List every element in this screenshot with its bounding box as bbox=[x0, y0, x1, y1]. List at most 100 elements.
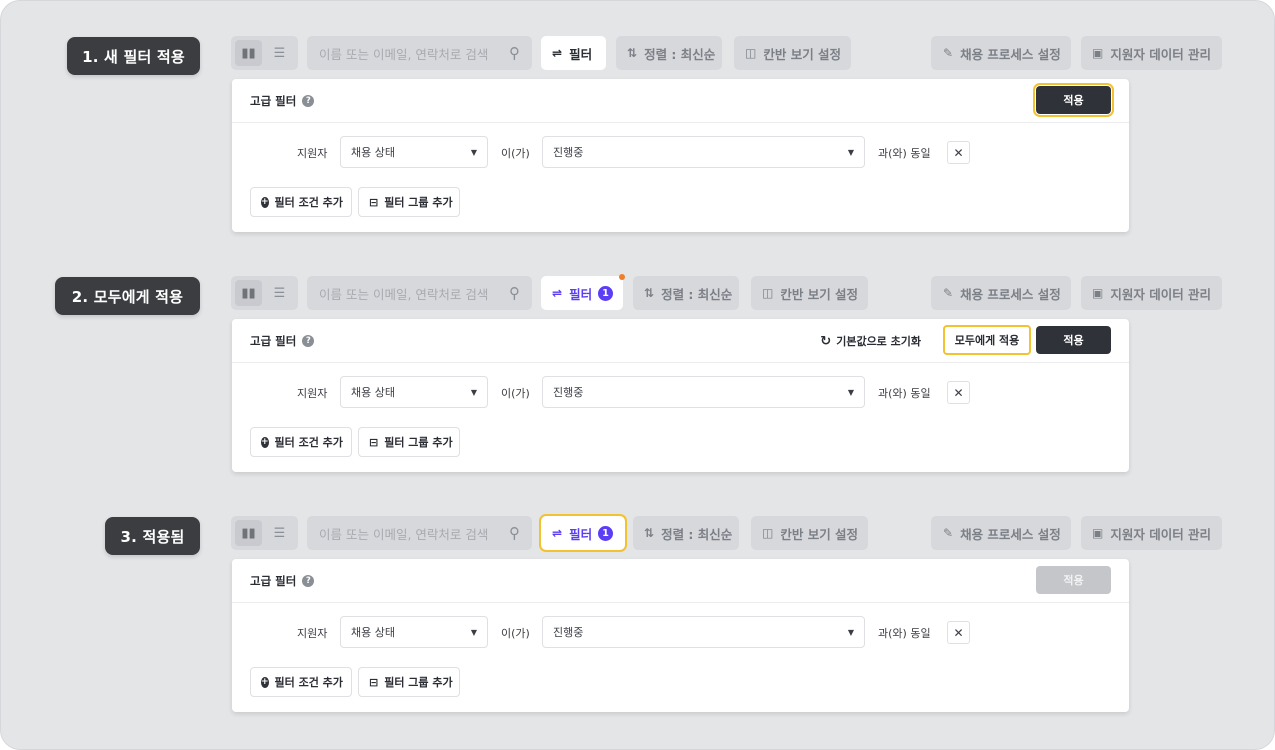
help-icon[interactable]: ? bbox=[302, 94, 315, 107]
panel-header: 고급 필터 ? ↻ 기본값으로 초기화 모두에게 적용 적용 bbox=[232, 319, 1129, 363]
field-select[interactable]: 채용 상태 ▼ bbox=[340, 616, 488, 648]
condition-connector: 이(가) bbox=[501, 147, 530, 160]
filter-label: 필터 bbox=[569, 286, 593, 302]
applicant-data-button[interactable]: ▣ 지원자 데이터 관리 bbox=[1081, 276, 1222, 310]
apply-to-all-button[interactable]: 모두에게 적용 bbox=[943, 325, 1031, 355]
group-icon: ⊟ bbox=[369, 675, 379, 689]
toolbar-step-3: ▮▮ ☰ 이름 또는 이메일, 연락처로 검색 ⚲ ⇌ 필터 1 ⇅ 정렬 : … bbox=[231, 514, 1222, 552]
search-icon: ⚲ bbox=[509, 44, 520, 62]
upload-box-icon: ▣ bbox=[1092, 46, 1104, 60]
add-condition-label: 필터 조건 추가 bbox=[274, 196, 343, 209]
field-select[interactable]: 채용 상태 ▼ bbox=[340, 136, 488, 168]
add-group-label: 필터 그룹 추가 bbox=[384, 676, 453, 689]
list-view-icon[interactable]: ☰ bbox=[266, 520, 293, 546]
value-select[interactable]: 진행중 ▼ bbox=[542, 376, 865, 408]
sort-button[interactable]: ⇅ 정렬 : 최신순 bbox=[633, 276, 739, 310]
add-group-button[interactable]: ⊟ 필터 그룹 추가 bbox=[358, 667, 460, 697]
filter-button[interactable]: ⇌ 필터 1 bbox=[541, 274, 625, 310]
kanban-settings-button[interactable]: ◫ 칸반 보기 설정 bbox=[751, 516, 868, 550]
sort-button[interactable]: ⇅ 정렬 : 최신순 bbox=[633, 516, 739, 550]
pencil-icon: ✎ bbox=[943, 46, 954, 60]
add-group-button[interactable]: ⊟ 필터 그룹 추가 bbox=[358, 187, 460, 217]
add-condition-button[interactable]: + 필터 조건 추가 bbox=[250, 187, 352, 217]
value-select[interactable]: 진행중 ▼ bbox=[542, 616, 865, 648]
advanced-filter-panel-2: 고급 필터 ? ↻ 기본값으로 초기화 모두에게 적용 적용 지원자 채용 상태… bbox=[232, 319, 1129, 472]
search-input[interactable]: 이름 또는 이메일, 연락처로 검색 ⚲ bbox=[307, 36, 532, 70]
apply-button-disabled[interactable]: 적용 bbox=[1036, 566, 1111, 594]
panel-title: 고급 필터 bbox=[250, 333, 297, 348]
value-text: 진행중 bbox=[553, 146, 584, 159]
group-icon: ⊟ bbox=[369, 435, 379, 449]
list-view-icon[interactable]: ☰ bbox=[266, 40, 293, 66]
kanban-settings-button[interactable]: ◫ 칸반 보기 설정 bbox=[751, 276, 868, 310]
filter-label: 필터 bbox=[569, 526, 593, 542]
view-toggle: ▮▮ ☰ bbox=[231, 516, 298, 550]
condition-operator: 과(와) 동일 bbox=[878, 387, 931, 400]
kanban-label: 칸반 보기 설정 bbox=[780, 286, 859, 302]
plus-circle-icon: + bbox=[261, 436, 269, 448]
kanban-icon: ◫ bbox=[762, 286, 774, 300]
step-1-label: 1. 새 필터 적용 bbox=[67, 37, 200, 75]
remove-condition-button[interactable]: ✕ bbox=[947, 621, 970, 644]
board-view-icon[interactable]: ▮▮ bbox=[235, 280, 262, 306]
list-view-icon[interactable]: ☰ bbox=[266, 280, 293, 306]
panel-header: 고급 필터 ? 적용 bbox=[232, 79, 1129, 123]
kanban-icon: ◫ bbox=[762, 526, 774, 540]
plus-circle-icon: + bbox=[261, 196, 269, 208]
add-condition-button[interactable]: + 필터 조건 추가 bbox=[250, 667, 352, 697]
group-icon: ⊟ bbox=[369, 195, 379, 209]
add-group-button[interactable]: ⊟ 필터 그룹 추가 bbox=[358, 427, 460, 457]
unsaved-dot bbox=[619, 274, 625, 280]
add-group-label: 필터 그룹 추가 bbox=[384, 436, 453, 449]
upload-box-icon: ▣ bbox=[1092, 526, 1104, 540]
upload-box-icon: ▣ bbox=[1092, 286, 1104, 300]
field-value: 채용 상태 bbox=[351, 146, 395, 159]
step-3-label: 3. 적용됨 bbox=[105, 517, 200, 555]
remove-condition-button[interactable]: ✕ bbox=[947, 141, 970, 164]
pencil-icon: ✎ bbox=[943, 526, 954, 540]
condition-subject: 지원자 bbox=[297, 627, 328, 640]
kanban-settings-button[interactable]: ◫ 칸반 보기 설정 bbox=[734, 36, 851, 70]
panel-header: 고급 필터 ? 적용 bbox=[232, 559, 1129, 603]
search-input[interactable]: 이름 또는 이메일, 연락처로 검색 ⚲ bbox=[307, 276, 532, 310]
chevron-down-icon: ▼ bbox=[847, 627, 854, 637]
search-placeholder: 이름 또는 이메일, 연락처로 검색 bbox=[319, 46, 489, 62]
reset-to-default-button[interactable]: ↻ 기본값으로 초기화 bbox=[820, 319, 921, 363]
sort-arrows-icon: ⇅ bbox=[644, 526, 655, 540]
value-select[interactable]: 진행중 ▼ bbox=[542, 136, 865, 168]
search-icon: ⚲ bbox=[509, 524, 520, 542]
applicant-data-button[interactable]: ▣ 지원자 데이터 관리 bbox=[1081, 516, 1222, 550]
filter-button[interactable]: ⇌ 필터 bbox=[541, 36, 606, 70]
search-placeholder: 이름 또는 이메일, 연락처로 검색 bbox=[319, 526, 489, 542]
kanban-label: 칸반 보기 설정 bbox=[763, 46, 842, 62]
field-select[interactable]: 채용 상태 ▼ bbox=[340, 376, 488, 408]
help-icon[interactable]: ? bbox=[302, 574, 315, 587]
filter-sliders-icon: ⇌ bbox=[552, 526, 563, 540]
field-value: 채용 상태 bbox=[351, 626, 395, 639]
plus-circle-icon: + bbox=[261, 676, 269, 688]
board-view-icon[interactable]: ▮▮ bbox=[235, 40, 262, 66]
hiring-process-button[interactable]: ✎ 채용 프로세스 설정 bbox=[931, 36, 1071, 70]
filter-condition-row: 지원자 채용 상태 ▼ 이(가) 진행중 ▼ 과(와) 동일 ✕ bbox=[232, 136, 1129, 168]
condition-connector: 이(가) bbox=[501, 387, 530, 400]
filter-button[interactable]: ⇌ 필터 1 bbox=[539, 514, 627, 552]
data-label: 지원자 데이터 관리 bbox=[1110, 526, 1212, 542]
board-view-icon[interactable]: ▮▮ bbox=[235, 520, 262, 546]
add-condition-button[interactable]: + 필터 조건 추가 bbox=[250, 427, 352, 457]
hiring-process-button[interactable]: ✎ 채용 프로세스 설정 bbox=[931, 516, 1071, 550]
hiring-process-button[interactable]: ✎ 채용 프로세스 설정 bbox=[931, 276, 1071, 310]
search-placeholder: 이름 또는 이메일, 연락처로 검색 bbox=[319, 286, 489, 302]
sort-button[interactable]: ⇅ 정렬 : 최신순 bbox=[616, 36, 722, 70]
apply-button[interactable]: 적용 bbox=[1036, 326, 1111, 354]
filter-sliders-icon: ⇌ bbox=[552, 46, 563, 60]
apply-button[interactable]: 적용 bbox=[1033, 83, 1114, 117]
help-icon[interactable]: ? bbox=[302, 334, 315, 347]
view-toggle: ▮▮ ☰ bbox=[231, 36, 298, 70]
search-input[interactable]: 이름 또는 이메일, 연락처로 검색 ⚲ bbox=[307, 516, 532, 550]
remove-condition-button[interactable]: ✕ bbox=[947, 381, 970, 404]
process-label: 채용 프로세스 설정 bbox=[960, 46, 1061, 62]
chevron-down-icon: ▼ bbox=[847, 147, 854, 157]
kanban-label: 칸반 보기 설정 bbox=[780, 526, 859, 542]
applicant-data-button[interactable]: ▣ 지원자 데이터 관리 bbox=[1081, 36, 1222, 70]
chevron-down-icon: ▼ bbox=[470, 147, 477, 157]
